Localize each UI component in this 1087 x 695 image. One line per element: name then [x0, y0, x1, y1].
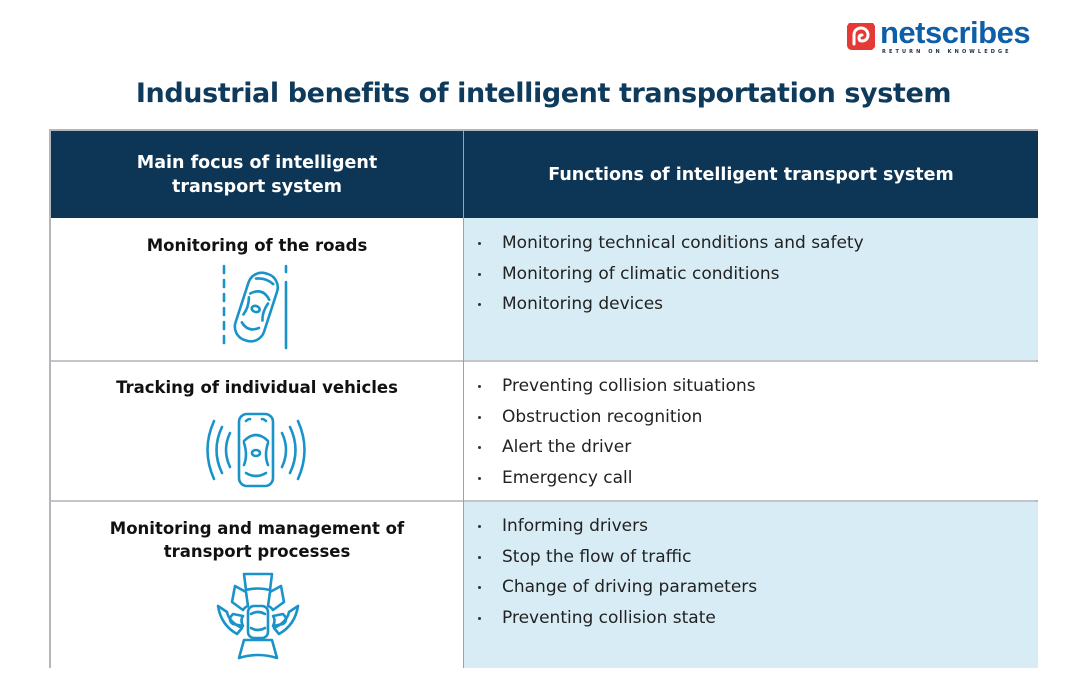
benefits-table: Main focus of intelligent transport syst… [49, 129, 1038, 668]
focus-label: Tracking of individual vehicles [116, 378, 398, 397]
focus-label: Monitoring and management of transport p… [109, 519, 405, 561]
list-item: Preventing collision situations [464, 371, 756, 402]
bullet-icon [478, 616, 481, 620]
functions-cell: Monitoring technical conditions and safe… [464, 218, 1038, 360]
list-item: Monitoring devices [464, 289, 864, 320]
bullet-icon [478, 446, 481, 449]
page-title: Industrial benefits of intelligent trans… [135, 78, 952, 109]
bullet-icon [478, 242, 481, 245]
bullet-icon [478, 586, 481, 589]
list-item: Obstruction recognition [464, 402, 756, 433]
list-item: Monitoring technical conditions and safe… [464, 228, 864, 259]
functions-list: Informing drivers Stop the flow of traff… [464, 511, 757, 633]
list-item: Alert the driver [464, 432, 756, 463]
bullet-icon [478, 272, 481, 276]
car-in-lane-icon [222, 264, 288, 350]
table-row: Tracking of individual vehicles Preventi… [51, 362, 1038, 500]
bullet-icon [478, 555, 481, 559]
list-item: Stop the flow of traffic [464, 542, 757, 573]
column-header-functions: Functions of intelligent transport syste… [464, 131, 1038, 218]
bullet-icon [478, 476, 481, 480]
list-item: Preventing collision state [464, 603, 757, 634]
list-item: Emergency call [464, 463, 756, 494]
column-header-focus: Main focus of intelligent transport syst… [51, 131, 463, 218]
logo-wordmark: netscribes [880, 15, 1031, 50]
bullet-icon [478, 385, 481, 388]
table-row: Monitoring and management of transport p… [51, 502, 1038, 668]
functions-list: Preventing collision situations Obstruct… [464, 371, 756, 493]
bullet-icon [478, 303, 481, 306]
focus-cell: Monitoring of the roads [51, 218, 463, 360]
car-sensor-zones-icon [216, 572, 300, 660]
column-divider [463, 131, 464, 668]
focus-cell: Tracking of individual vehicles [51, 362, 463, 500]
functions-cell: Preventing collision situations Obstruct… [464, 362, 1038, 500]
netscribes-logo: netscribes RETURN ON KNOWLEDGE [846, 15, 1031, 58]
table-row: Monitoring of the roads Monitoring techn… [51, 218, 1038, 360]
logo-tagline: RETURN ON KNOWLEDGE [882, 49, 1012, 55]
functions-list: Monitoring technical conditions and safe… [464, 228, 864, 320]
netscribes-logo-mark-icon [847, 23, 875, 50]
list-item: Informing drivers [464, 511, 757, 542]
bullet-icon [478, 525, 481, 528]
functions-cell: Informing drivers Stop the flow of traff… [464, 502, 1038, 668]
list-item: Monitoring of climatic conditions [464, 259, 864, 290]
bullet-icon [478, 415, 481, 419]
car-signal-icon [206, 412, 306, 488]
focus-label: Monitoring of the roads [146, 236, 368, 255]
list-item: Change of driving parameters [464, 572, 757, 603]
focus-cell: Monitoring and management of transport p… [51, 502, 463, 668]
